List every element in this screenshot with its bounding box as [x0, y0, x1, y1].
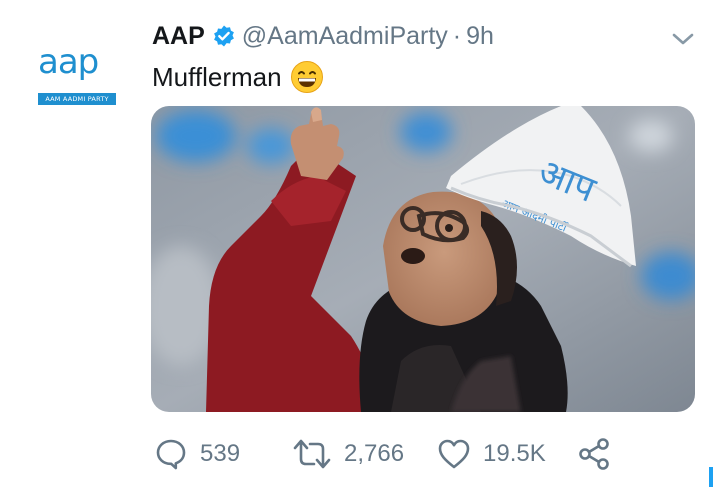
- separator-dot: ·: [452, 21, 462, 50]
- chevron-down-icon[interactable]: [668, 27, 698, 51]
- scroll-indicator: [709, 467, 713, 487]
- retweet-count: 2,766: [344, 440, 405, 467]
- tweet-text: Mufflerman: [152, 60, 324, 94]
- author-display-name[interactable]: AAP: [152, 22, 205, 51]
- tweet-header: AAP @AamAadmiParty · 9h: [152, 20, 494, 52]
- author-handle[interactable]: @AamAadmiParty: [242, 22, 448, 51]
- tweet-photo[interactable]: आप आम आदमी पार्टी: [151, 106, 695, 412]
- reply-icon: [154, 437, 188, 471]
- avatar[interactable]: aap AAM AADMI PARTY: [34, 40, 118, 112]
- share-button[interactable]: [578, 432, 610, 476]
- retweet-button[interactable]: 2,766: [292, 432, 404, 476]
- reply-button[interactable]: 539: [154, 432, 240, 476]
- tweet-timestamp[interactable]: 9h: [466, 22, 494, 51]
- avatar-logo-tagline: AAM AADMI PARTY: [38, 93, 116, 105]
- grinning-face-emoji: [290, 60, 324, 94]
- like-button[interactable]: 19.5K: [437, 432, 546, 476]
- reply-count: 539: [200, 440, 241, 467]
- avatar-logo-text: aap: [38, 42, 99, 82]
- tweet-text-content: Mufflerman: [152, 61, 282, 92]
- share-icon: [578, 437, 610, 471]
- retweet-icon: [292, 437, 332, 471]
- like-count: 19.5K: [483, 440, 546, 467]
- verified-badge-icon: [212, 24, 236, 48]
- heart-icon: [437, 437, 471, 471]
